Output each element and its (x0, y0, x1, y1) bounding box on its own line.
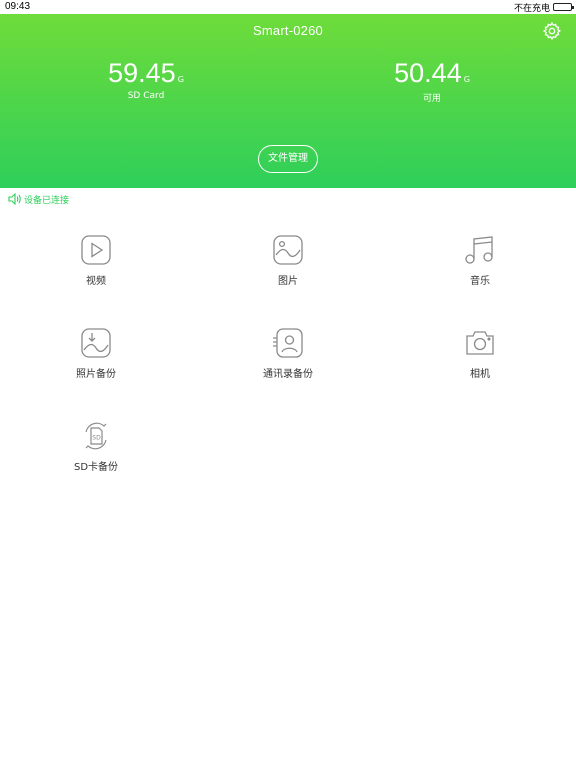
charging-status: 不在充电 (513, 4, 550, 14)
image-icon (273, 235, 303, 265)
available-stat: 50.44 G 可用 (352, 57, 512, 104)
sd-backup-icon: SD (85, 422, 107, 450)
sd-card-label: SD Card (127, 91, 165, 101)
sd-card-unit: G (177, 75, 184, 84)
tile-label: 通讯录备份 (263, 369, 313, 380)
connection-text: 设备已连接 (24, 195, 70, 206)
photo-backup-icon (81, 328, 111, 358)
music-icon (465, 236, 493, 264)
tile-video[interactable]: 视频 (36, 234, 156, 300)
tile-label: 相机 (470, 369, 490, 380)
tile-music[interactable]: 音乐 (420, 234, 540, 300)
status-bar: 09:43 不在充电 (0, 0, 576, 14)
tile-photo-backup[interactable]: 照片备份 (36, 327, 156, 393)
tile-images[interactable]: 图片 (228, 234, 348, 300)
sd-card-stat: 59.45 G SD Card (66, 57, 226, 101)
storage-header: Smart-0260 59.45 G SD Card 50.44 G 可用 文件管理 (0, 14, 576, 188)
tile-sd-backup[interactable]: SD SD卡备份 (36, 420, 156, 486)
tile-camera[interactable]: 相机 (420, 327, 540, 393)
available-unit: G (463, 75, 470, 84)
tile-label: SD卡备份 (73, 462, 119, 473)
tile-contacts-backup[interactable]: 通讯录备份 (228, 327, 348, 393)
tile-label: 视频 (86, 276, 106, 287)
tile-label: 音乐 (470, 276, 490, 287)
sd-card-size: 59.45 (108, 58, 176, 88)
svg-text:SD: SD (92, 435, 101, 442)
available-label: 可用 (422, 94, 441, 104)
available-size: 50.44 (394, 58, 462, 88)
speaker-icon (8, 193, 21, 205)
status-time: 09:43 (5, 1, 31, 12)
battery-icon (553, 3, 574, 11)
file-manager-button[interactable]: 文件管理 (258, 145, 318, 173)
connection-status: 设备已连接 (8, 192, 69, 206)
gear-icon[interactable] (542, 21, 562, 41)
device-name: Smart-0260 (253, 23, 323, 38)
tile-label: 图片 (278, 276, 298, 287)
tile-label: 照片备份 (76, 369, 116, 380)
contacts-backup-icon (273, 328, 303, 358)
video-icon (81, 235, 111, 265)
camera-icon (466, 331, 494, 355)
